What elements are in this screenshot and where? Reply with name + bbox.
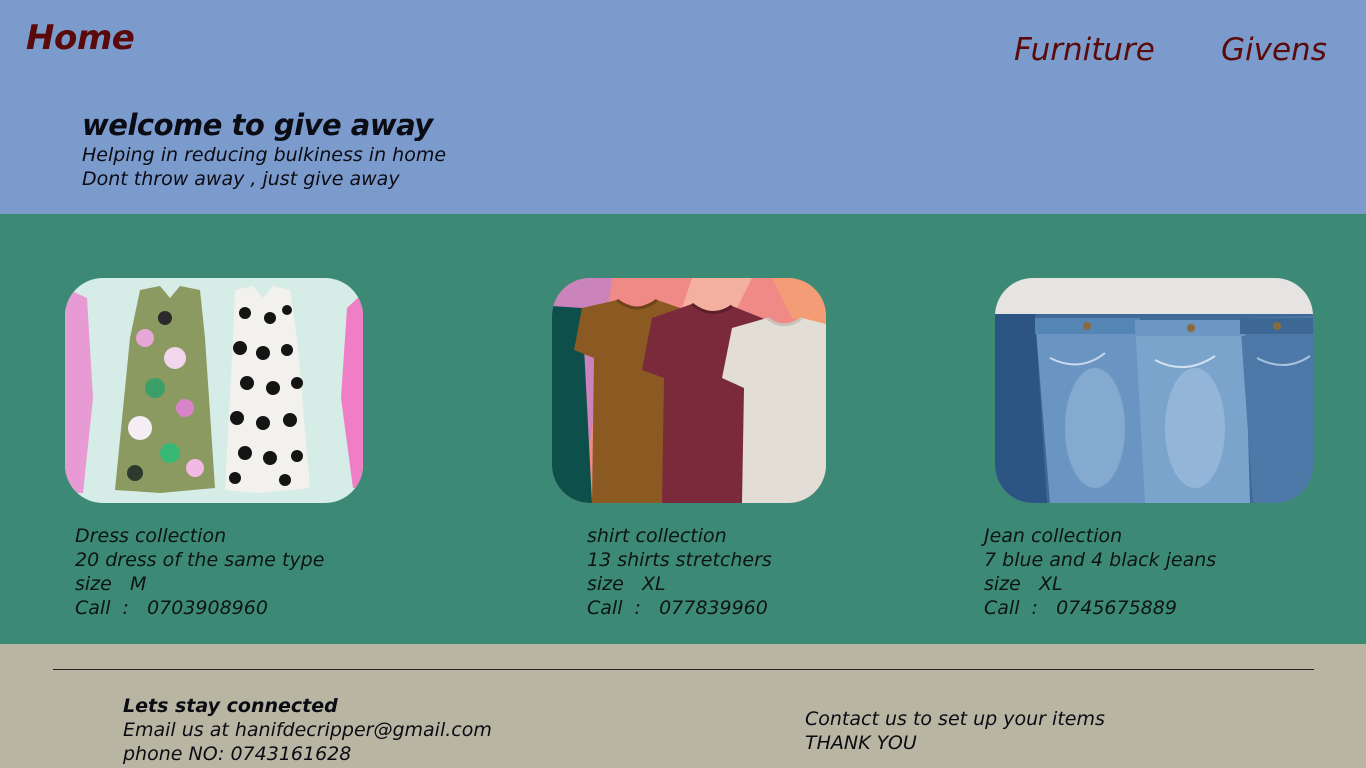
nav-home-link[interactable]: Home [26,18,135,58]
nav-furniture-link[interactable]: Furniture [1014,32,1155,68]
listing-call: Call : 077839960 [587,597,768,619]
listing-title: Dress collection [75,525,227,547]
listing-description: 20 dress of the same type [75,549,325,571]
listing-title: Jean collection [984,525,1123,547]
listing-call: Call : 0703908960 [75,597,268,619]
nav-givens-link[interactable]: Givens [1221,32,1327,68]
footer-email: Email us at hanifdecripper@gmail.com [123,719,492,741]
listing-title: shirt collection [587,525,727,547]
listing-size: size XL [587,573,666,595]
footer-contact-note: Contact us to set up your items [805,708,1105,730]
listing-size: size M [75,573,147,595]
tagline-line: Dont throw away , just give away [82,168,400,190]
jeans-photo [995,278,1313,503]
footer-heading: Lets stay connected [123,695,338,717]
dress-photo [65,278,363,503]
welcome-title: welcome to give away [82,108,433,142]
page-footer: Lets stay connected Email us at hanifdec… [0,644,1366,768]
footer-phone: phone NO: 0743161628 [123,743,352,765]
listing-call: Call : 0745675889 [984,597,1177,619]
footer-divider [53,669,1314,670]
listing-size: size XL [984,573,1063,595]
shirt-listing-details: shirt collection 13 shirts stretchers si… [587,524,772,620]
listing-description: 7 blue and 4 black jeans [984,549,1217,571]
listing-description: 13 shirts stretchers [587,549,772,571]
tagline-line: Helping in reducing bulkiness in home [82,144,447,166]
shirt-photo [552,278,826,503]
jean-listing-details: Jean collection 7 blue and 4 black jeans… [984,524,1216,620]
dress-listing-details: Dress collection 20 dress of the same ty… [75,524,324,620]
listings-section: Dress collection 20 dress of the same ty… [0,214,1366,644]
page-header: Home Furniture Givens welcome to give aw… [0,0,1366,214]
footer-thanks: THANK YOU [805,732,917,754]
